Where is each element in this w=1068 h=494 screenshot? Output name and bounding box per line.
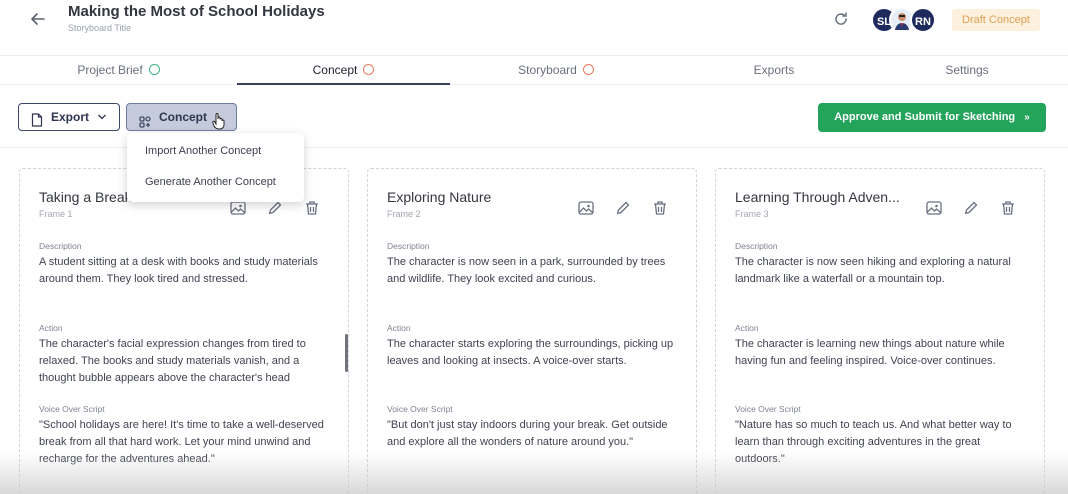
pencil-icon[interactable] [614,199,632,217]
image-icon[interactable] [577,199,595,217]
in-progress-icon [363,64,375,75]
approve-submit-button[interactable]: Approve and Submit for Sketching » [818,103,1046,132]
storyboard-title[interactable]: Making the Most of School Holidays [68,3,325,20]
scrollbar[interactable] [345,334,348,372]
pencil-icon[interactable] [962,199,980,217]
tab-label: Exports [753,63,795,77]
approve-label: Approve and Submit for Sketching [834,111,1016,123]
tab-concept[interactable]: Concept [237,57,450,85]
voice-over-label: Voice Over Script [735,404,801,414]
frame-title[interactable]: Exploring Nature [387,189,491,205]
hand-cursor-icon [212,112,226,130]
back-arrow-icon[interactable] [28,9,48,29]
voice-over-text[interactable]: "School holidays are here! It's time to … [39,417,334,468]
header-bar: Making the Most of School Holidays Story… [0,0,1068,56]
tab-label: Storyboard [518,63,577,77]
refresh-icon[interactable] [831,9,851,29]
frame-card-2: Exploring Nature Frame 2 Description The… [367,168,697,494]
trash-icon[interactable] [999,199,1017,217]
frame-title[interactable]: Taking a Break [39,189,132,205]
tab-label: Project Brief [77,63,143,77]
double-chevron-right-icon: » [1024,112,1030,123]
frame-title[interactable]: Learning Through Adven... [735,189,900,205]
frame-number: Frame 2 [387,209,421,219]
trash-icon[interactable] [303,199,321,217]
description-text[interactable]: A student sitting at a desk with books a… [39,254,334,288]
frame-card-3: Learning Through Adven... Frame 3 Descri… [715,168,1045,494]
concept-label: Concept [159,110,207,124]
export-button[interactable]: Export [18,103,120,131]
tab-settings[interactable]: Settings [886,57,1048,85]
frame-number: Frame 1 [39,209,73,219]
tab-bar: Project Brief Concept Storyboard Exports… [0,57,1068,85]
description-text[interactable]: The character is now seen in a park, sur… [387,254,682,288]
action-text[interactable]: The character starts exploring the surro… [387,336,682,370]
voice-over-label: Voice Over Script [387,404,453,414]
action-label: Action [39,323,63,333]
tab-label: Settings [945,63,989,77]
voice-over-text[interactable]: "But don't just stay indoors during your… [387,417,682,451]
description-label: Description [387,241,430,251]
action-text[interactable]: The character's facial expression change… [39,336,334,387]
export-label: Export [51,110,90,124]
trash-icon[interactable] [651,199,669,217]
menu-item-generate-concept[interactable]: Generate Another Concept [145,176,276,188]
tab-storyboard[interactable]: Storyboard [450,57,662,85]
tab-project-brief[interactable]: Project Brief [0,57,237,85]
document-icon [31,110,43,136]
avatar-rn[interactable]: RN [910,7,936,33]
description-label: Description [39,241,82,251]
action-label: Action [735,323,759,333]
concept-dropdown-menu: Import Another Concept Generate Another … [127,133,304,202]
description-label: Description [735,241,778,251]
tab-label: Concept [312,63,358,77]
storyboard-title-label: Storyboard Title [68,23,132,33]
description-text[interactable]: The character is now seen hiking and exp… [735,254,1030,288]
check-circle-icon [148,64,160,75]
voice-over-text[interactable]: "Nature has so much to teach us. And wha… [735,417,1030,468]
frame-number: Frame 3 [735,209,769,219]
status-badge: Draft Concept [952,9,1040,31]
action-text[interactable]: The character is learning new things abo… [735,336,1030,370]
frame-card-1: Taking a Break Frame 1 Description A stu… [19,168,349,494]
action-label: Action [387,323,411,333]
chevron-down-icon [97,104,107,141]
voice-over-label: Voice Over Script [39,404,105,414]
tab-exports[interactable]: Exports [662,57,886,85]
frame-actions [577,199,682,217]
in-progress-icon [582,64,594,75]
menu-item-import-concept[interactable]: Import Another Concept [145,145,261,157]
image-icon[interactable] [925,199,943,217]
frame-actions [925,199,1030,217]
